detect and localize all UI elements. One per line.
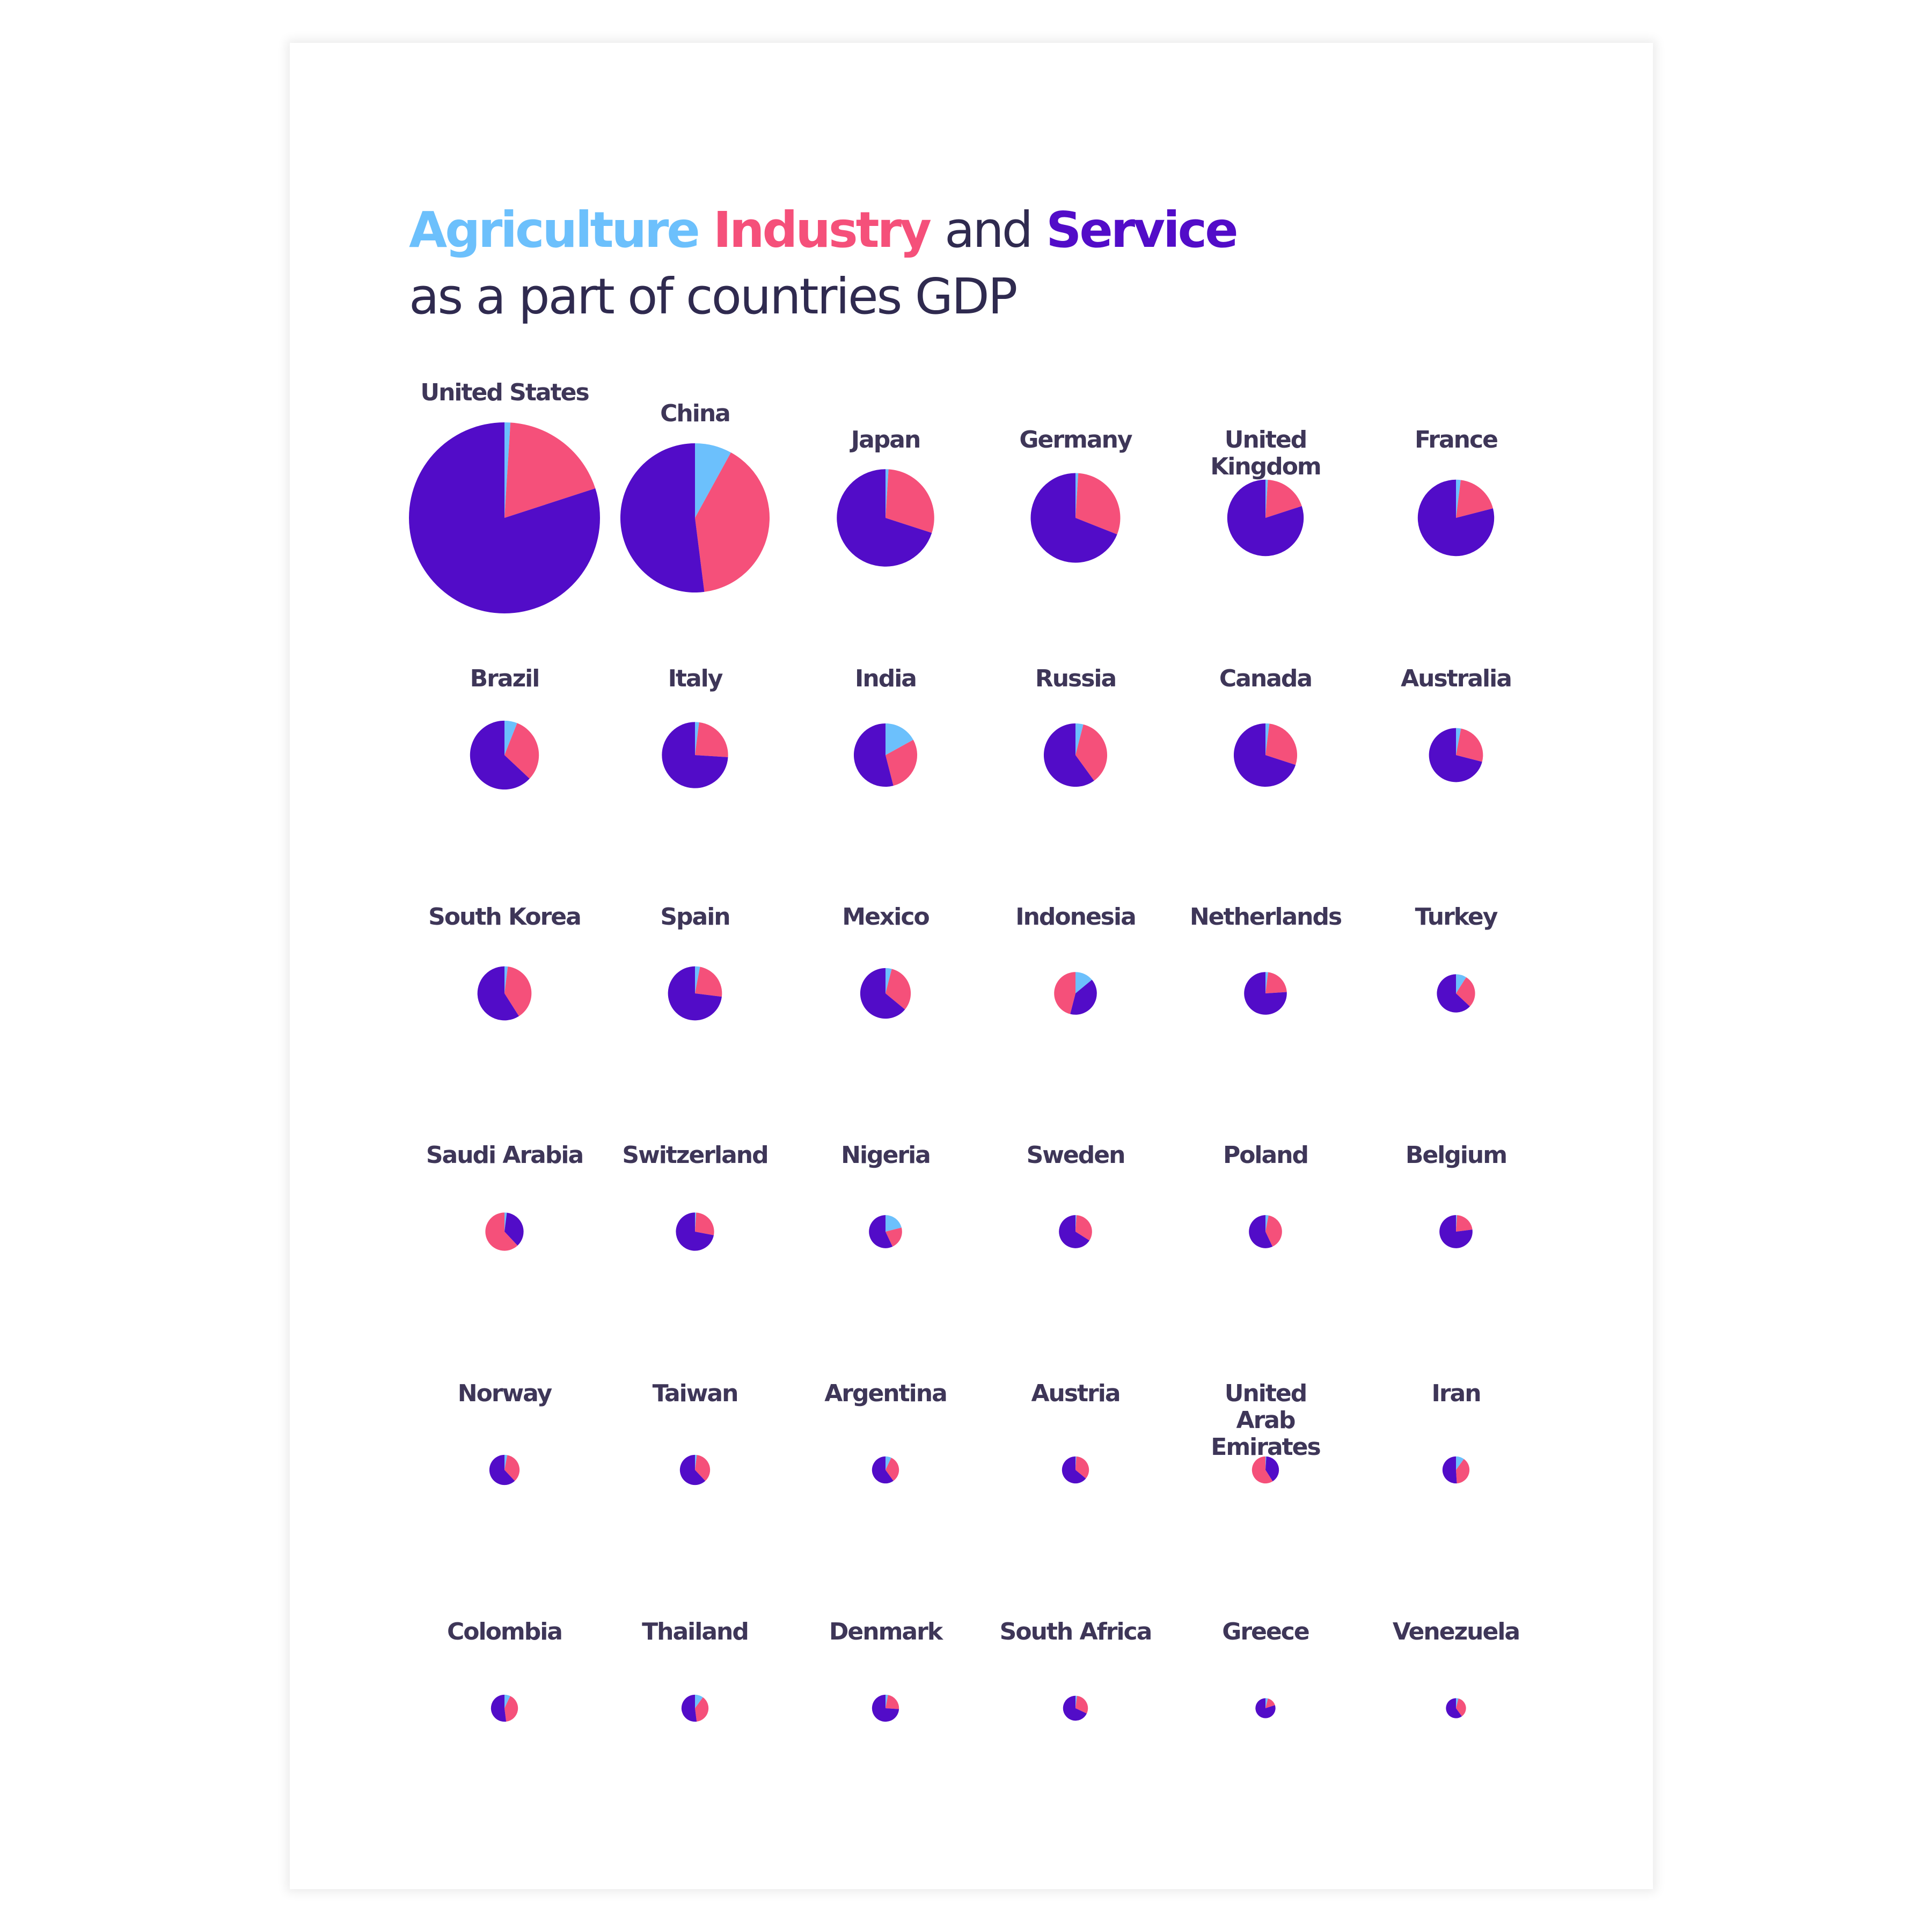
country-label: Netherlands bbox=[1189, 903, 1342, 931]
pie-argentina bbox=[872, 1456, 899, 1484]
pie-south-korea bbox=[477, 966, 532, 1021]
country-label: Iran bbox=[1431, 1380, 1481, 1407]
country-label: Greece bbox=[1222, 1618, 1309, 1645]
pie-sweden bbox=[1059, 1215, 1092, 1248]
country-label: Argentina bbox=[824, 1380, 948, 1407]
slice-service bbox=[491, 1694, 507, 1722]
country-label: Nigeria bbox=[841, 1141, 931, 1169]
country-label: Austria bbox=[1031, 1380, 1121, 1407]
country-label: Italy bbox=[668, 665, 723, 692]
pie-indonesia bbox=[1054, 972, 1097, 1015]
pie-united-states bbox=[409, 422, 601, 614]
pie-austria bbox=[1062, 1456, 1089, 1484]
pie-spain bbox=[668, 966, 722, 1021]
pie-russia bbox=[1043, 723, 1108, 787]
pie-saudi-arabia bbox=[485, 1212, 524, 1251]
country-label: Australia bbox=[1401, 665, 1512, 692]
pie-thailand bbox=[681, 1694, 709, 1722]
pie-colombia bbox=[491, 1694, 518, 1722]
country-label: China bbox=[660, 399, 731, 427]
country-label: Taiwan bbox=[652, 1380, 739, 1407]
pie-australia bbox=[1429, 728, 1483, 782]
pie-grid: United States China Japan Germany United Kin… bbox=[0, 0, 1932, 1932]
country-label: United Arab Emirates bbox=[1211, 1380, 1321, 1461]
pie-iran bbox=[1442, 1456, 1470, 1484]
pie-france bbox=[1417, 479, 1495, 557]
country-label: Russia bbox=[1035, 665, 1117, 692]
country-label: Poland bbox=[1223, 1141, 1309, 1169]
country-label: Indonesia bbox=[1015, 903, 1137, 931]
country-label: South Korea bbox=[428, 903, 582, 931]
country-label: Belgium bbox=[1405, 1141, 1507, 1169]
country-label: Canada bbox=[1219, 665, 1313, 692]
pie-south-africa bbox=[1063, 1695, 1088, 1721]
country-label: Denmark bbox=[829, 1618, 943, 1645]
pie-united-kingdom bbox=[1227, 479, 1304, 557]
country-label: Sweden bbox=[1026, 1141, 1126, 1169]
pie-japan bbox=[837, 469, 934, 567]
pie-nigeria bbox=[869, 1215, 902, 1248]
pie-greece bbox=[1255, 1698, 1276, 1718]
pie-brazil bbox=[470, 720, 539, 790]
country-label: Turkey bbox=[1415, 903, 1498, 931]
country-label: India bbox=[855, 665, 917, 692]
pie-india bbox=[853, 723, 918, 787]
country-label: United Kingdom bbox=[1210, 426, 1322, 480]
pie-mexico bbox=[860, 968, 911, 1019]
country-label: Colombia bbox=[447, 1618, 563, 1645]
pie-switzerland bbox=[676, 1212, 714, 1251]
slice-industry bbox=[1265, 972, 1287, 993]
pie-turkey bbox=[1437, 974, 1475, 1013]
country-label: Japan bbox=[851, 426, 921, 453]
slice-industry bbox=[695, 1212, 714, 1235]
country-label: Germany bbox=[1019, 426, 1132, 453]
pie-canada bbox=[1233, 723, 1298, 787]
pie-taiwan bbox=[679, 1454, 711, 1485]
pie-netherlands bbox=[1244, 972, 1287, 1015]
slice-service bbox=[620, 443, 705, 593]
slice-industry bbox=[1456, 1215, 1473, 1232]
pie-norway bbox=[489, 1454, 520, 1485]
country-label: United States bbox=[420, 379, 589, 406]
pie-belgium bbox=[1439, 1215, 1473, 1248]
pie-germany bbox=[1030, 473, 1121, 563]
pie-china bbox=[620, 443, 770, 593]
pie-venezuela bbox=[1446, 1698, 1466, 1718]
country-label: France bbox=[1415, 426, 1498, 453]
country-label: Brazil bbox=[470, 665, 540, 692]
slice-industry bbox=[695, 722, 728, 757]
country-label: Switzerland bbox=[622, 1141, 769, 1169]
slice-service bbox=[681, 1694, 697, 1722]
country-label: Thailand bbox=[642, 1618, 749, 1645]
country-label: Venezuela bbox=[1392, 1618, 1520, 1645]
country-label: Spain bbox=[660, 903, 730, 931]
country-label: South Africa bbox=[999, 1618, 1153, 1645]
pie-poland bbox=[1249, 1215, 1282, 1248]
country-label: Saudi Arabia bbox=[426, 1141, 584, 1169]
pie-denmark bbox=[872, 1694, 899, 1722]
country-label: Norway bbox=[457, 1380, 552, 1407]
slice-service bbox=[1442, 1456, 1457, 1484]
country-label: Mexico bbox=[842, 903, 930, 931]
pie-italy bbox=[662, 722, 728, 788]
